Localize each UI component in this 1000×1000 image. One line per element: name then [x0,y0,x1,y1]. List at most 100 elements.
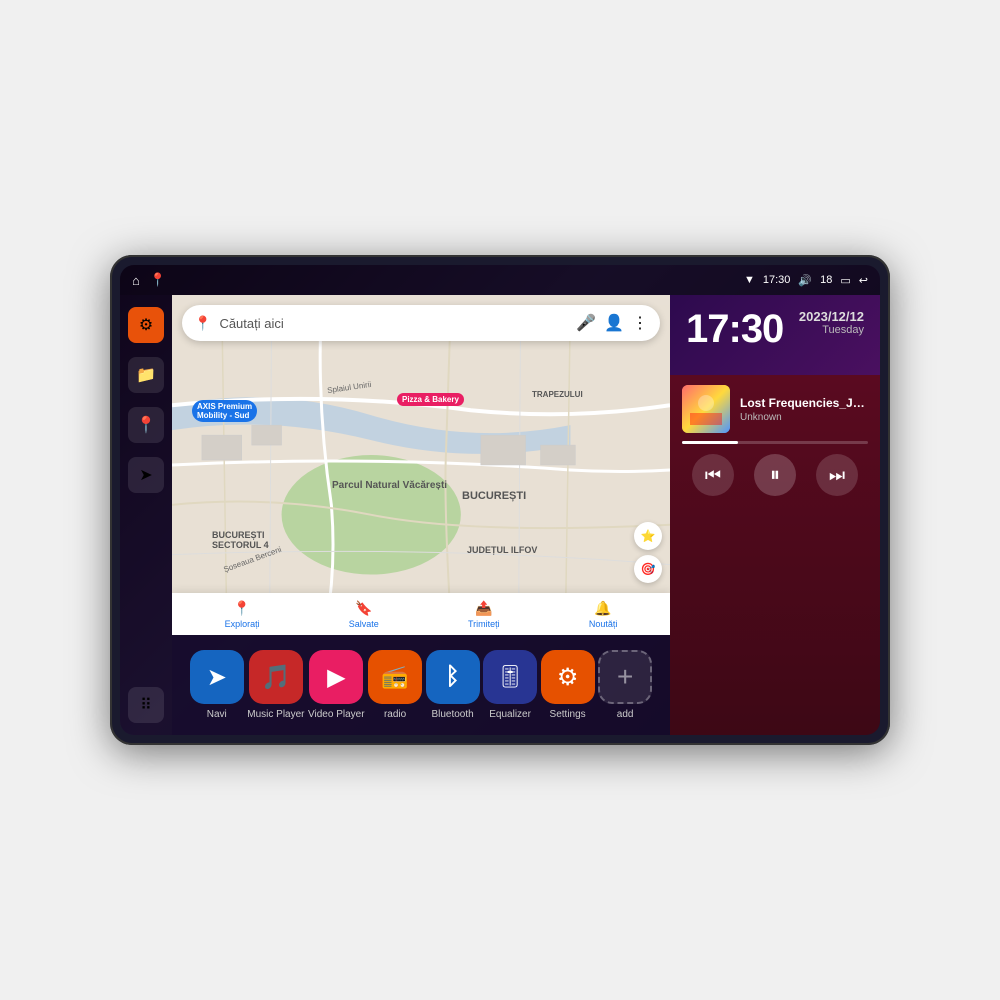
add-icon-box: + [598,650,652,704]
district-ilfov: JUDEȚUL ILFOV [467,545,537,555]
sidebar: ⚙ 📁 📍 ➤ ⠿ [120,295,172,735]
news-label: Noutăți [589,619,618,629]
map-nav-send[interactable]: 📤 Trimiteți [468,600,500,629]
status-time: 17:30 [763,274,791,286]
settings-app-icon-box: ⚙ [541,650,595,704]
map-area[interactable]: Splaiul Unirii Șoseaua Berceni Parcul Na… [172,295,670,635]
app-video-player[interactable]: ▶ Video Player [308,650,365,720]
music-track-info: Lost Frequencies_Janie... Unknown [682,385,868,433]
status-left: ⌂ 📍 [132,272,166,288]
main-area: ⚙ 📁 📍 ➤ ⠿ [120,295,880,735]
map-location-btn[interactable]: 🎯 [634,555,662,583]
map-container: Splaiul Unirii Șoseaua Berceni Parcul Na… [172,295,670,635]
progress-bar-container[interactable] [682,441,868,444]
app-dock: ➤ Navi 🎵 Music Player ▶ Vi [172,635,670,735]
sidebar-item-location[interactable]: 📍 [128,407,164,443]
wifi-icon: ▼ [744,274,755,286]
radio-icon-box: 📻 [368,650,422,704]
clock-date-value: 2023/12/12 [799,309,864,324]
battery-icon: ▭ [840,274,850,287]
prev-button[interactable]: ⏮ [692,454,734,496]
google-maps-icon: 📍 [194,315,211,332]
bluetooth-icon-box: ᛒ [426,650,480,704]
sidebar-item-navigate[interactable]: ➤ [128,457,164,493]
saved-icon: 🔖 [355,600,372,617]
status-right: ▼ 17:30 🔊 18 ▭ ↩ [744,274,868,287]
pin-axis[interactable]: AXIS PremiumMobility - Sud [192,400,257,422]
equalizer-icon-box: 🎚 [483,650,537,704]
sidebar-item-settings[interactable]: ⚙ [128,307,164,343]
app-radio[interactable]: 📻 radio [368,650,422,720]
music-controls: ⏮ ⏸ ⏭ [682,454,868,496]
district-trapezului: TRAPEZULUI [532,390,583,399]
files-icon: 📁 [136,365,156,385]
grid-icon: ⠿ [140,695,152,715]
pause-button[interactable]: ⏸ [754,454,796,496]
settings-icon: ⚙ [139,315,153,335]
account-icon[interactable]: 👤 [604,313,624,333]
radio-icon: 📻 [381,664,408,690]
app-settings[interactable]: ⚙ Settings [541,650,595,720]
device-frame: ⌂ 📍 ▼ 17:30 🔊 18 ▭ ↩ ⚙ 📁 [110,255,890,745]
sidebar-item-files[interactable]: 📁 [128,357,164,393]
app-add[interactable]: + add [598,650,652,720]
track-name: Lost Frequencies_Janie... [740,396,868,410]
menu-icon[interactable]: ⋮ [632,313,648,333]
bluetooth-label: Bluetooth [431,709,473,720]
center-content: Splaiul Unirii Șoseaua Berceni Parcul Na… [172,295,670,735]
music-widget: Lost Frequencies_Janie... Unknown ⏮ ⏸ ⏭ [670,375,880,735]
bluetooth-icon: ᛒ [445,663,459,691]
back-icon[interactable]: ↩ [859,274,868,287]
equalizer-label: Equalizer [489,709,531,720]
navi-label: Navi [207,709,227,720]
mic-icon[interactable]: 🎤 [576,313,596,333]
add-icon: + [617,661,633,693]
music-icon: 🎵 [261,663,291,692]
sidebar-item-apps[interactable]: ⠿ [128,687,164,723]
news-icon: 🔔 [594,600,611,617]
map-svg [172,295,670,635]
map-star-btn[interactable]: ⭐ [634,522,662,550]
video-icon-box: ▶ [309,650,363,704]
clock-time: 17:30 [686,309,783,349]
navigate-icon: ➤ [139,465,152,485]
settings-label: Settings [550,709,586,720]
app-equalizer[interactable]: 🎚 Equalizer [483,650,537,720]
district-sectorul4: BUCUREȘTISECTORUL 4 [212,530,269,550]
explore-label: Explorați [225,619,260,629]
status-bar: ⌂ 📍 ▼ 17:30 🔊 18 ▭ ↩ [120,265,880,295]
navi-icon: ➤ [207,663,227,692]
app-music-player[interactable]: 🎵 Music Player [247,650,304,720]
app-bluetooth[interactable]: ᛒ Bluetooth [426,650,480,720]
map-nav-news[interactable]: 🔔 Noutăți [589,600,618,629]
saved-label: Salvate [349,619,379,629]
progress-bar-fill [682,441,738,444]
map-search-bar[interactable]: 📍 Căutați aici 🎤 👤 ⋮ [182,305,660,341]
explore-icon: 📍 [233,600,250,617]
map-search-text[interactable]: Căutați aici [219,316,568,331]
pin-pizza[interactable]: Pizza & Bakery [397,393,464,406]
add-label: add [617,709,634,720]
device-screen: ⌂ 📍 ▼ 17:30 🔊 18 ▭ ↩ ⚙ 📁 [120,265,880,735]
clock-day: Tuesday [799,324,864,336]
location-icon: 📍 [136,415,156,435]
send-icon: 📤 [475,600,492,617]
track-artist: Unknown [740,412,868,423]
settings-app-icon: ⚙ [557,663,579,692]
music-player-label: Music Player [247,709,304,720]
right-panel: 17:30 2023/12/12 Tuesday [670,295,880,735]
district-parcul: Parcul Natural Văcărești [332,480,447,491]
map-nav-explore[interactable]: 📍 Explorați [225,600,260,629]
send-label: Trimiteți [468,619,500,629]
album-art [682,385,730,433]
navi-icon-box: ➤ [190,650,244,704]
district-bucuresti: BUCUREȘTI [462,490,526,502]
maps-icon[interactable]: 📍 [150,272,166,288]
home-icon[interactable]: ⌂ [132,273,140,288]
clock-date: 2023/12/12 Tuesday [799,309,864,336]
music-icon-box: 🎵 [249,650,303,704]
map-nav-saved[interactable]: 🔖 Salvate [349,600,379,629]
clock-widget: 17:30 2023/12/12 Tuesday [670,295,880,375]
app-navi[interactable]: ➤ Navi [190,650,244,720]
next-button[interactable]: ⏭ [816,454,858,496]
